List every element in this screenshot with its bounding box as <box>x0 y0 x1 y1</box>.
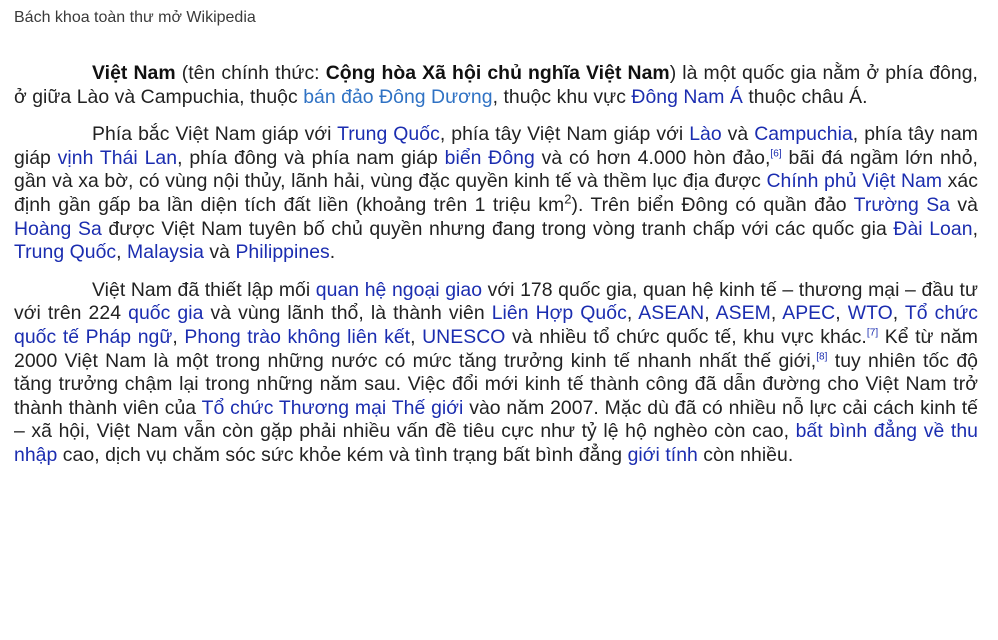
link-wto[interactable]: WTO <box>848 302 893 324</box>
superscript-squared: 2 <box>564 191 572 207</box>
text: còn nhiều. <box>697 443 794 466</box>
link-trung-quoc[interactable]: Trung Quốc <box>337 123 440 145</box>
link-lien-hop-quoc[interactable]: Liên Hợp Quốc <box>492 302 627 324</box>
text: và <box>721 123 755 146</box>
reference-link[interactable]: [8] <box>816 351 827 362</box>
text: Việt Nam đã thiết lập mối <box>92 278 316 301</box>
text: và nhiều tổ chức quốc tế, khu vực khác. <box>505 325 867 348</box>
text: , <box>116 241 128 264</box>
text: , <box>626 302 639 325</box>
text: Phía bắc Việt Nam giáp với <box>92 123 338 146</box>
text: , <box>770 302 783 325</box>
text: và có hơn 4.000 hòn đảo, <box>534 146 771 169</box>
reference-8[interactable]: [8] <box>816 351 827 362</box>
link-quoc-gia[interactable]: quốc gia <box>128 302 203 324</box>
link-phong-trao-khong-lien-ket[interactable]: Phong trào không liên kết <box>184 326 410 348</box>
link-dai-loan[interactable]: Đài Loan <box>893 218 972 240</box>
text: (tên chính thức: <box>175 62 326 84</box>
link-philippines[interactable]: Philippines <box>235 241 329 263</box>
text: và <box>950 193 978 216</box>
link-malaysia[interactable]: Malaysia <box>127 241 204 263</box>
reference-7[interactable]: [7] <box>867 327 878 338</box>
link-bien-dong[interactable]: biển Đông <box>445 147 535 169</box>
link-lao[interactable]: Lào <box>689 123 722 145</box>
text: , <box>972 217 978 240</box>
reference-link[interactable]: [7] <box>867 327 878 338</box>
text: và <box>203 241 236 264</box>
link-trung-quoc-2[interactable]: Trung Quốc <box>14 241 116 263</box>
link-asem[interactable]: ASEM <box>716 302 771 324</box>
link-hoang-sa[interactable]: Hoàng Sa <box>14 218 102 240</box>
site-tagline: Bách khoa toàn thư mở Wikipedia <box>14 9 256 26</box>
link-truong-sa[interactable]: Trường Sa <box>854 194 950 216</box>
bold-official-name: Cộng hòa Xã hội chủ nghĩa Việt Nam <box>325 62 670 84</box>
paragraph-intro: Việt Nam (tên chính thức: Cộng hòa Xã hộ… <box>14 62 978 109</box>
reference-6[interactable]: [6] <box>770 148 781 159</box>
text: . <box>329 241 336 264</box>
text: và vùng lãnh thổ, là thành viên <box>203 302 492 325</box>
text: , <box>835 302 848 325</box>
link-to-chuc-thuong-mai-the-gioi[interactable]: Tổ chức Thương mại Thế giới <box>202 397 464 419</box>
paragraph-foreign-relations: Việt Nam đã thiết lập mối quan hệ ngoại … <box>14 279 978 468</box>
text: ). Trên biển Đông có quần đảo <box>571 193 854 216</box>
article-body: Việt Nam (tên chính thức: Cộng hòa Xã hộ… <box>14 62 978 468</box>
text: , <box>892 302 905 325</box>
link-quan-he-ngoai-giao[interactable]: quan hệ ngoại giao <box>316 279 482 301</box>
link-asean[interactable]: ASEAN <box>638 302 704 324</box>
text: cao, dịch vụ chăm sóc sức khỏe kém và tì… <box>57 443 628 466</box>
paragraph-geography: Phía bắc Việt Nam giáp với Trung Quốc, p… <box>14 123 978 265</box>
bold-country-name: Việt Nam <box>92 62 176 84</box>
link-unesco[interactable]: UNESCO <box>422 326 505 348</box>
text: , <box>704 302 716 325</box>
link-apec[interactable]: APEC <box>782 302 835 324</box>
link-ban-dao-dong-duong[interactable]: bán đảo Đông Dương <box>303 86 492 108</box>
link-campuchia[interactable]: Campuchia <box>754 123 853 145</box>
text: , phía tây Việt Nam giáp với <box>439 123 690 146</box>
link-dong-nam-a[interactable]: Đông Nam Á <box>631 86 743 108</box>
reference-link[interactable]: [6] <box>770 148 781 159</box>
text: , phía đông và phía nam giáp <box>177 146 445 169</box>
link-gioi-tinh[interactable]: giới tính <box>628 444 698 466</box>
link-chinh-phu-viet-nam[interactable]: Chính phủ Việt Nam <box>766 170 942 192</box>
link-vinh-thai-lan[interactable]: vịnh Thái Lan <box>58 147 177 169</box>
text: , <box>410 325 423 348</box>
text: , <box>172 325 185 348</box>
article-page: Bách khoa toàn thư mở Wikipedia Việt Nam… <box>0 0 998 640</box>
text: , thuộc khu vực <box>492 85 632 108</box>
text: được Việt Nam tuyên bố chủ quyền nhưng đ… <box>101 217 894 240</box>
text: thuộc châu Á. <box>742 85 868 108</box>
